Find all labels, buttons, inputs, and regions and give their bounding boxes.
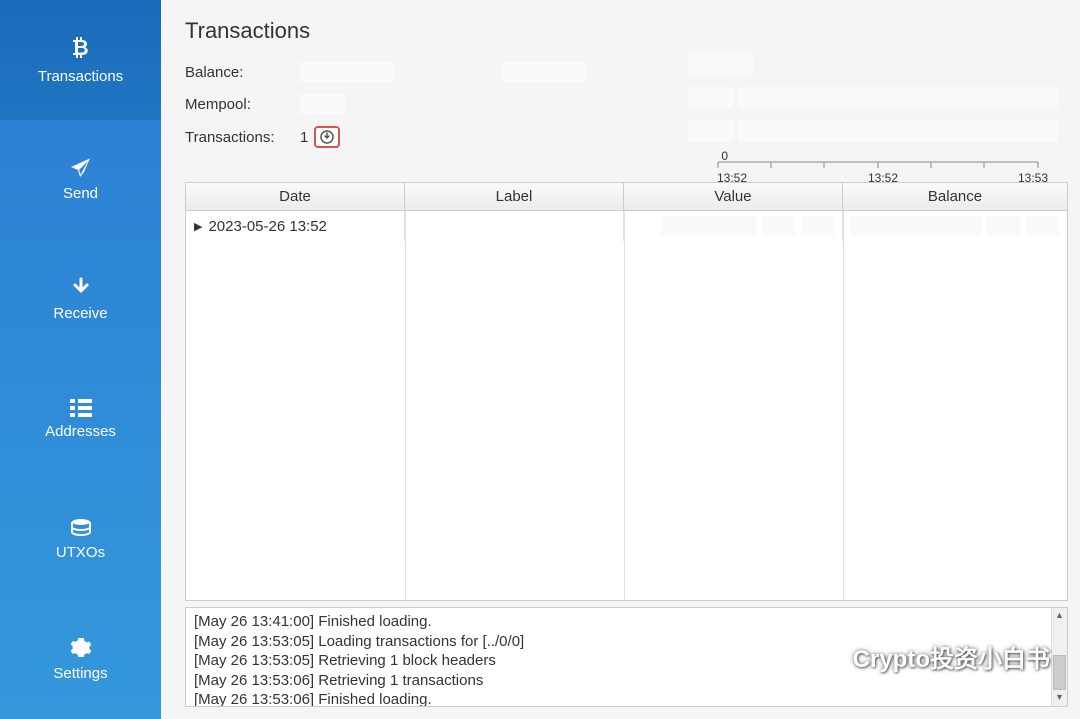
transactions-label: Transactions: (185, 129, 300, 146)
sidebar-label: Settings (53, 665, 107, 682)
svg-text:13:53: 13:53 (1018, 171, 1048, 185)
value-redacted (762, 216, 795, 236)
transactions-table: Date Label Value Balance ▶ 2023-05-26 13… (185, 182, 1068, 601)
table-body[interactable]: ▶ 2023-05-26 13:52 (186, 211, 1067, 600)
svg-text:0: 0 (721, 149, 728, 163)
svg-text:13:52: 13:52 (717, 171, 747, 185)
balance-value-redacted (300, 62, 395, 82)
download-button[interactable] (314, 126, 340, 148)
sidebar-item-settings[interactable]: Settings (0, 599, 161, 719)
log-line: [May 26 13:53:06] Retrieving 1 transacti… (194, 671, 1059, 691)
log-line: [May 26 13:53:06] Finished loading. (194, 690, 1059, 707)
sidebar-label: UTXOs (56, 544, 105, 561)
mempool-value-redacted (300, 94, 345, 114)
col-header-label[interactable]: Label (405, 183, 624, 210)
sidebar-item-addresses[interactable]: Addresses (0, 359, 161, 479)
balance-value-redacted-2 (501, 62, 586, 82)
cell-label (405, 211, 624, 241)
balance-row: Balance: (185, 62, 586, 82)
sidebar-label: Send (63, 185, 98, 202)
mempool-label: Mempool: (185, 96, 300, 113)
sidebar-item-transactions[interactable]: Transactions (0, 0, 161, 120)
sidebar-label: Transactions (38, 68, 123, 85)
arrow-down-icon (70, 277, 92, 299)
sidebar: Transactions Send Receive Addresses UTXO… (0, 0, 161, 719)
gear-icon (70, 637, 92, 659)
sidebar-item-receive[interactable]: Receive (0, 240, 161, 360)
main-content: Transactions Balance: Mempool: Transacti… (161, 0, 1080, 719)
value-redacted (801, 216, 834, 236)
cell-date: ▶ 2023-05-26 13:52 (186, 211, 405, 241)
balance-redacted (987, 216, 1020, 236)
sidebar-item-utxos[interactable]: UTXOs (0, 479, 161, 599)
sidebar-label: Addresses (45, 423, 116, 440)
scroll-up-icon[interactable]: ▲ (1052, 608, 1067, 624)
cell-balance (843, 211, 1067, 241)
cell-value (624, 211, 843, 241)
expand-caret-icon[interactable]: ▶ (194, 220, 202, 233)
mempool-row: Mempool: (185, 94, 586, 114)
log-panel: [May 26 13:41:00] Finished loading. [May… (185, 607, 1068, 707)
svg-text:13:52: 13:52 (868, 171, 898, 185)
log-line: [May 26 13:53:05] Retrieving 1 block hea… (194, 651, 1059, 671)
scroll-thumb[interactable] (1053, 655, 1066, 690)
transactions-count: 1 (300, 129, 308, 146)
value-redacted (661, 216, 756, 236)
table-row[interactable]: ▶ 2023-05-26 13:52 (186, 211, 1067, 241)
paper-plane-icon (70, 157, 92, 179)
transactions-row: Transactions: 1 (185, 126, 586, 148)
list-icon (70, 399, 92, 417)
log-line: [May 26 13:53:05] Loading transactions f… (194, 632, 1059, 652)
download-icon (320, 130, 334, 144)
balance-chart: 0 13:52 13:52 13:53 (688, 52, 1058, 197)
scroll-down-icon[interactable]: ▼ (1052, 690, 1067, 706)
log-scrollbar[interactable]: ▲ ▼ (1051, 608, 1067, 706)
sidebar-label: Receive (53, 305, 107, 322)
log-line: [May 26 13:41:00] Finished loading. (194, 612, 1059, 632)
balance-label: Balance: (185, 64, 300, 81)
balance-redacted (851, 216, 981, 236)
balance-redacted (1026, 216, 1059, 236)
sidebar-item-send[interactable]: Send (0, 120, 161, 240)
col-header-date[interactable]: Date (186, 183, 405, 210)
bitcoin-icon (70, 34, 92, 62)
page-title: Transactions (185, 18, 1068, 44)
stack-icon (70, 518, 92, 538)
